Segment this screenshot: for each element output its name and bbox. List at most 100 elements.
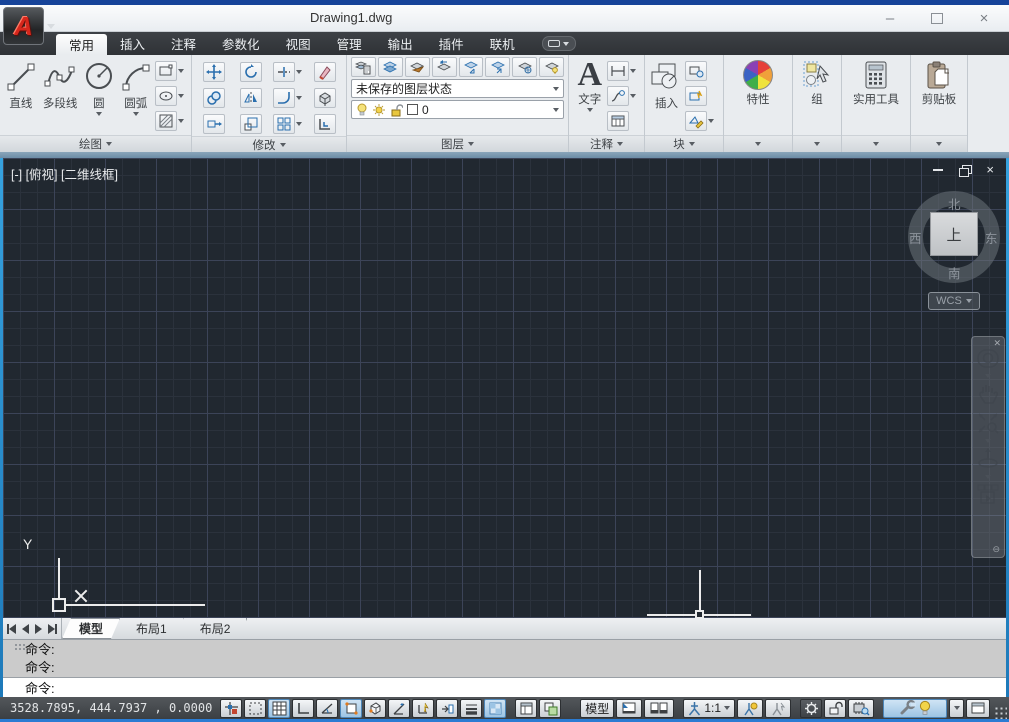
lock-ui-button[interactable] xyxy=(824,699,846,718)
layer-combo[interactable]: 0 xyxy=(351,100,564,119)
panel-title-annotation[interactable]: 注释 xyxy=(569,135,644,152)
quick-properties-toggle[interactable] xyxy=(515,699,537,718)
application-menu-dropdown-icon[interactable] xyxy=(47,24,55,29)
viewcube-west-label[interactable]: 西 xyxy=(909,228,922,247)
viewcube-east-label[interactable]: 东 xyxy=(985,228,998,247)
move-button[interactable] xyxy=(203,62,225,82)
properties-button[interactable]: 特性 xyxy=(743,57,773,135)
application-menu-button[interactable]: A xyxy=(3,7,44,45)
window-minimize-button[interactable]: – xyxy=(875,8,905,28)
navigation-bar[interactable]: ✕ ⊖ xyxy=(971,336,1005,558)
panel-title-group[interactable] xyxy=(793,135,841,152)
clipboard-button[interactable]: 剪贴板 xyxy=(922,57,957,135)
viewcube-top-face[interactable]: 上 xyxy=(930,212,978,256)
first-tab-button[interactable] xyxy=(7,624,16,634)
panel-title-draw[interactable]: 绘图 xyxy=(0,135,191,152)
text-button[interactable]: A 文字 xyxy=(572,57,607,135)
clean-screen-button[interactable] xyxy=(966,699,990,718)
layer-previous-button[interactable] xyxy=(432,57,457,77)
ribbon-tab-home[interactable]: 常用 xyxy=(56,34,107,55)
hatch-dropdown-icon[interactable] xyxy=(178,119,184,123)
copy-button[interactable] xyxy=(203,88,225,108)
polar-tracking-toggle[interactable] xyxy=(316,699,338,718)
infer-constraints-toggle[interactable] xyxy=(220,699,242,718)
ribbon-tab-plugins[interactable]: 插件 xyxy=(426,32,477,55)
3d-object-snap-toggle[interactable] xyxy=(364,699,386,718)
tab-layout2[interactable]: 布局2 xyxy=(184,618,248,639)
layer-isolate-button[interactable] xyxy=(459,57,484,77)
table-button[interactable] xyxy=(607,111,629,131)
ribbon-tab-output[interactable]: 输出 xyxy=(375,32,426,55)
rotate-button[interactable] xyxy=(240,62,262,82)
status-bar-menu-button[interactable] xyxy=(949,699,964,718)
snap-toggle[interactable] xyxy=(244,699,266,718)
fillet-button[interactable] xyxy=(273,88,295,108)
dynamic-ucs-toggle[interactable] xyxy=(412,699,434,718)
layer-off-button[interactable] xyxy=(539,57,564,77)
circle-dropdown-icon[interactable] xyxy=(96,112,102,116)
line-button[interactable]: 直线 xyxy=(3,57,39,135)
hardware-acceleration-button[interactable] xyxy=(848,699,874,718)
transparency-toggle[interactable] xyxy=(484,699,506,718)
ribbon-tab-insert[interactable]: 插入 xyxy=(107,32,158,55)
ribbon-display-toggle[interactable] xyxy=(542,36,576,51)
quick-view-drawings-button[interactable] xyxy=(644,699,674,718)
dynamic-input-toggle[interactable] xyxy=(436,699,458,718)
pan-hand-icon[interactable] xyxy=(976,381,1000,407)
layer-unisolate-button[interactable] xyxy=(485,57,510,77)
ellipse-dropdown-icon[interactable] xyxy=(178,94,184,98)
model-space-button[interactable]: 模型 xyxy=(580,699,614,718)
ribbon-tab-annotate[interactable]: 注释 xyxy=(158,32,209,55)
wheel-dropdown-icon[interactable] xyxy=(985,374,991,378)
dimension-button[interactable] xyxy=(607,61,629,81)
window-close-button[interactable]: × xyxy=(969,8,999,28)
quick-view-layouts-button[interactable] xyxy=(616,699,642,718)
layer-match-button[interactable] xyxy=(378,57,403,77)
workspace-switching-button[interactable] xyxy=(800,699,822,718)
layer-color-swatch[interactable] xyxy=(407,104,418,115)
window-maximize-button[interactable] xyxy=(922,8,952,28)
layer-state-combo[interactable]: 未保存的图层状态 xyxy=(351,79,564,98)
array-dropdown-icon[interactable] xyxy=(296,122,302,126)
arc-dropdown-icon[interactable] xyxy=(133,112,139,116)
coordinate-readout[interactable]: 3528.7895, 444.7937 , 0.0000 xyxy=(10,701,218,715)
ellipse-button[interactable] xyxy=(155,86,177,106)
navigation-wheel-icon[interactable] xyxy=(975,345,1001,371)
rectangle-dropdown-icon[interactable] xyxy=(178,69,184,73)
layer-change-button[interactable] xyxy=(405,57,430,77)
utilities-button[interactable]: 实用工具 xyxy=(853,57,899,135)
stretch-button[interactable] xyxy=(203,114,225,134)
wcs-menu-button[interactable]: WCS xyxy=(928,292,980,310)
hatch-button[interactable] xyxy=(155,111,177,131)
object-snap-toggle[interactable] xyxy=(340,699,362,718)
mirror-button[interactable] xyxy=(240,88,262,108)
showmotion-icon[interactable] xyxy=(975,482,1001,506)
explode-button[interactable] xyxy=(314,88,336,108)
window-resize-grip[interactable] xyxy=(994,706,1007,719)
command-input[interactable]: 命令: xyxy=(3,678,1006,697)
viewport-restore-icon[interactable] xyxy=(959,165,970,175)
trim-dropdown-icon[interactable] xyxy=(296,70,302,74)
selection-cycling-toggle[interactable] xyxy=(539,699,561,718)
navbar-customize-icon[interactable]: ⊖ xyxy=(992,544,1000,555)
rectangle-button[interactable] xyxy=(155,61,177,81)
edit-attributes-dropdown-icon[interactable] xyxy=(708,119,714,123)
insert-block-button[interactable]: 插入 xyxy=(648,57,685,135)
scale-button[interactable] xyxy=(240,114,262,134)
leader-dropdown-icon[interactable] xyxy=(630,94,636,98)
array-button[interactable] xyxy=(273,114,295,134)
command-history[interactable]: 命令: 命令: xyxy=(3,640,1006,678)
group-button[interactable]: 组 xyxy=(801,57,833,135)
performance-tuner-button[interactable] xyxy=(883,699,947,718)
offset-button[interactable] xyxy=(314,114,336,134)
text-dropdown-icon[interactable] xyxy=(587,108,593,112)
layer-properties-button[interactable] xyxy=(351,57,376,77)
ribbon-tab-manage[interactable]: 管理 xyxy=(324,32,375,55)
annotation-visibility-button[interactable] xyxy=(737,699,763,718)
ortho-toggle[interactable] xyxy=(292,699,314,718)
grid-toggle[interactable] xyxy=(268,699,290,718)
leader-button[interactable] xyxy=(607,86,629,106)
panel-title-clipboard[interactable] xyxy=(911,135,967,152)
orbit-icon[interactable] xyxy=(975,446,1001,472)
polyline-button[interactable]: 多段线 xyxy=(39,57,82,135)
